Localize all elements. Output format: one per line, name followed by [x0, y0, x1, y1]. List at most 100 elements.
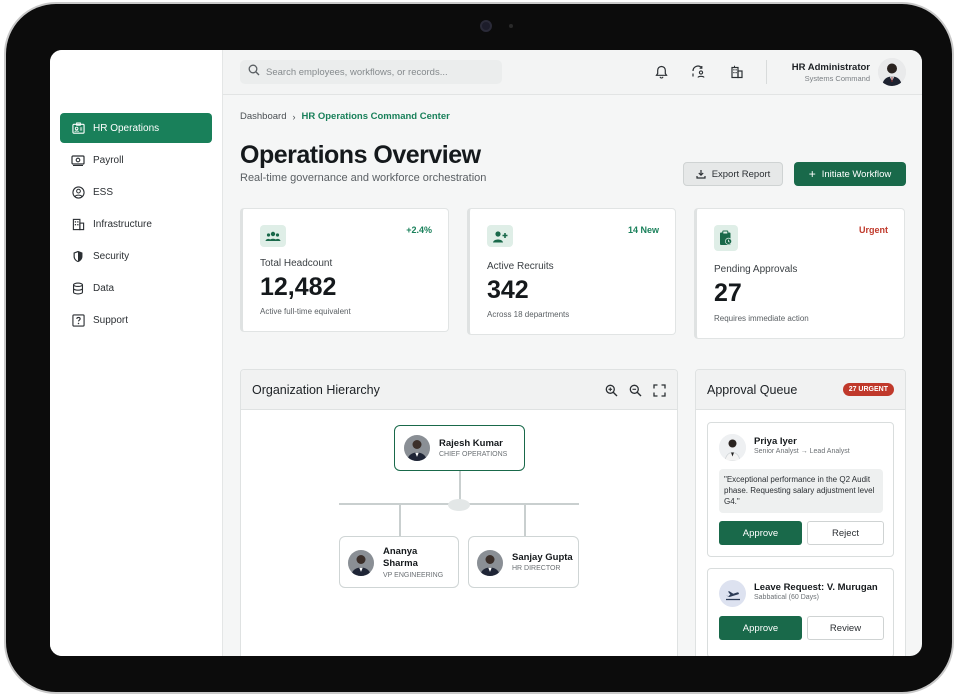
- page-subtitle: Real-time governance and workforce orche…: [240, 172, 487, 184]
- shield-icon: [71, 249, 85, 263]
- urgent-label: Urgent: [859, 225, 888, 235]
- approval-card: Leave Request: V. Murugan Sabbatical (60…: [707, 568, 894, 656]
- stat-card-approvals: Urgent Pending Approvals 27 Requires imm…: [694, 208, 905, 339]
- user-plus-icon: [487, 225, 513, 247]
- node-name: Rajesh Kumar: [439, 438, 503, 449]
- avatar: [404, 435, 430, 461]
- bell-icon[interactable]: [652, 63, 670, 81]
- database-icon: [71, 281, 85, 295]
- stat-value: 12,482: [260, 273, 337, 301]
- sidebar-item-payroll[interactable]: Payroll: [60, 145, 212, 175]
- stat-label: Pending Approvals: [714, 264, 798, 275]
- sidebar-item-label: Security: [93, 250, 130, 262]
- panel-header: Approval Queue 27 URGENT: [696, 370, 905, 410]
- reject-button[interactable]: Reject: [807, 521, 884, 545]
- user-role: Systems Command: [804, 74, 870, 83]
- request-detail: Sabbatical (60 Days): [754, 594, 819, 601]
- connector-line: [399, 504, 401, 536]
- sidebar-item-ess[interactable]: ESS: [60, 177, 212, 207]
- search-input[interactable]: [266, 66, 496, 78]
- sidebar-item-hr-operations[interactable]: HR Operations: [60, 113, 212, 143]
- avatar[interactable]: [878, 58, 906, 86]
- node-role: HR DIRECTOR: [512, 565, 561, 572]
- connector-node: [448, 499, 470, 511]
- node-name: Ananya Sharma: [383, 546, 418, 569]
- sidebar-item-support[interactable]: Support: [60, 305, 212, 335]
- org-node-child[interactable]: Sanjay Gupta HR DIRECTOR: [468, 536, 579, 588]
- page-title: Operations Overview: [240, 141, 481, 169]
- breadcrumb-root[interactable]: Dashboard: [240, 111, 286, 122]
- stat-footnote: Active full-time equivalent: [260, 307, 351, 316]
- sidebar-item-label: Support: [93, 314, 129, 326]
- sidebar-item-label: Data: [93, 282, 115, 294]
- sidebar: HR Operations Payroll ESS Infrastructure: [50, 50, 223, 656]
- search-bar[interactable]: [240, 60, 502, 84]
- stat-card-recruits: 14 New Active Recruits 342 Across 18 dep…: [467, 208, 676, 335]
- users-icon: [260, 225, 286, 247]
- requester-name: Priya Iyer: [754, 436, 797, 447]
- approve-button[interactable]: Approve: [719, 616, 802, 640]
- sidebar-item-infrastructure[interactable]: Infrastructure: [60, 209, 212, 239]
- export-report-button[interactable]: Export Report: [683, 162, 783, 186]
- main-content: Dashboard › HR Operations Command Center…: [223, 95, 922, 656]
- stat-footnote: Across 18 departments: [487, 310, 570, 319]
- avatar: [477, 550, 503, 576]
- stat-footnote: Requires immediate action: [714, 314, 809, 323]
- breadcrumb: Dashboard › HR Operations Command Center: [240, 111, 450, 122]
- plus-icon: +: [808, 167, 816, 181]
- sidebar-item-security[interactable]: Security: [60, 241, 212, 271]
- building-icon: [71, 217, 85, 231]
- request-title: Leave Request: V. Murugan: [754, 582, 878, 593]
- org-node-root[interactable]: Rajesh Kumar CHIEF OPERATIONS: [394, 425, 525, 471]
- tablet-frame: HR Operations Payroll ESS Infrastructure: [6, 4, 952, 692]
- airplane-icon: [719, 580, 746, 607]
- stat-label: Active Recruits: [487, 261, 554, 272]
- sidebar-item-label: Infrastructure: [93, 218, 152, 230]
- fullscreen-icon[interactable]: [651, 382, 667, 398]
- approve-button[interactable]: Approve: [719, 521, 802, 545]
- sidebar-item-data[interactable]: Data: [60, 273, 212, 303]
- approval-card: Priya Iyer Senior Analyst → Lead Analyst…: [707, 422, 894, 557]
- stat-card-headcount: +2.4% Total Headcount 12,482 Active full…: [240, 208, 449, 332]
- urgent-badge: 27 URGENT: [842, 383, 894, 396]
- request-detail: Senior Analyst → Lead Analyst: [754, 448, 850, 455]
- org-hierarchy-panel: Organization Hierarchy Rajesh Kumar CHIE…: [240, 369, 678, 656]
- zoom-in-icon[interactable]: [603, 382, 619, 398]
- sidebar-item-label: ESS: [93, 186, 114, 198]
- node-role: VP ENGINEERING: [383, 572, 444, 579]
- app-screen: HR Operations Payroll ESS Infrastructure: [50, 50, 922, 656]
- stat-trend: 14 New: [627, 225, 659, 235]
- help-icon: [71, 313, 85, 327]
- approval-queue-panel: Approval Queue 27 URGENT Priya Iyer Seni…: [695, 369, 906, 656]
- camera-icon: [480, 20, 492, 32]
- clipboard-clock-icon: [714, 225, 738, 251]
- avatar: [348, 550, 374, 576]
- panel-title: Organization Hierarchy: [252, 383, 380, 397]
- zoom-out-icon[interactable]: [627, 382, 643, 398]
- id-card-icon: [71, 121, 85, 135]
- breadcrumb-current: HR Operations Command Center: [301, 111, 450, 122]
- node-role: CHIEF OPERATIONS: [439, 451, 508, 458]
- sync-users-icon[interactable]: [690, 63, 708, 81]
- stat-trend: +2.4%: [406, 225, 432, 235]
- sensor-dot: [509, 24, 513, 28]
- sidebar-item-label: Payroll: [93, 154, 124, 166]
- building-icon[interactable]: [728, 63, 746, 81]
- avatar: [719, 434, 746, 461]
- connector-line: [524, 504, 526, 536]
- panel-title: Approval Queue: [707, 383, 798, 397]
- org-node-child[interactable]: Ananya Sharma VP ENGINEERING: [339, 536, 459, 588]
- initiate-workflow-button[interactable]: + Initiate Workflow: [794, 162, 906, 186]
- sidebar-item-label: HR Operations: [93, 122, 160, 134]
- request-note: "Exceptional performance in the Q2 Audit…: [719, 469, 883, 513]
- divider: [766, 60, 767, 84]
- search-icon: [248, 63, 260, 81]
- node-name: Sanjay Gupta: [512, 552, 573, 563]
- download-icon: [696, 169, 706, 179]
- banknote-icon: [71, 153, 85, 167]
- user-circle-icon: [71, 185, 85, 199]
- export-report-label: Export Report: [711, 168, 771, 180]
- initiate-workflow-label: Initiate Workflow: [821, 168, 892, 180]
- review-button[interactable]: Review: [807, 616, 884, 640]
- topbar: HR Administrator Systems Command: [223, 50, 922, 95]
